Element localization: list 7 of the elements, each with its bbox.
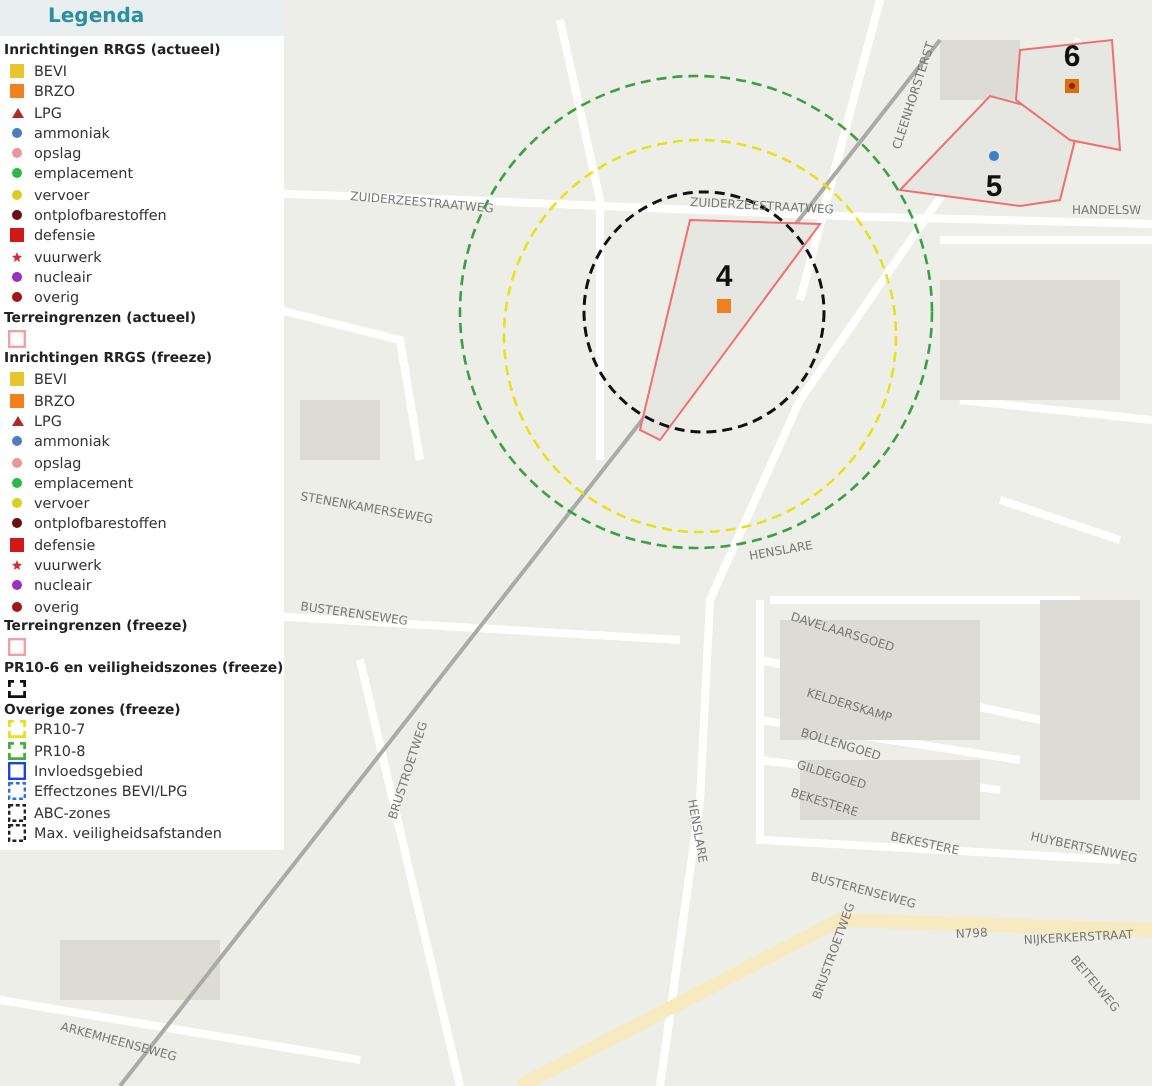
site-marker-icon[interactable]	[1065, 79, 1079, 93]
site-number: 4	[715, 260, 733, 294]
legend-title: Legenda	[0, 0, 284, 36]
site-number: 5	[985, 170, 1003, 204]
site-number: 6	[1063, 40, 1081, 74]
site-marker-icon[interactable]	[989, 151, 999, 161]
site-marker-icon[interactable]	[717, 299, 731, 313]
